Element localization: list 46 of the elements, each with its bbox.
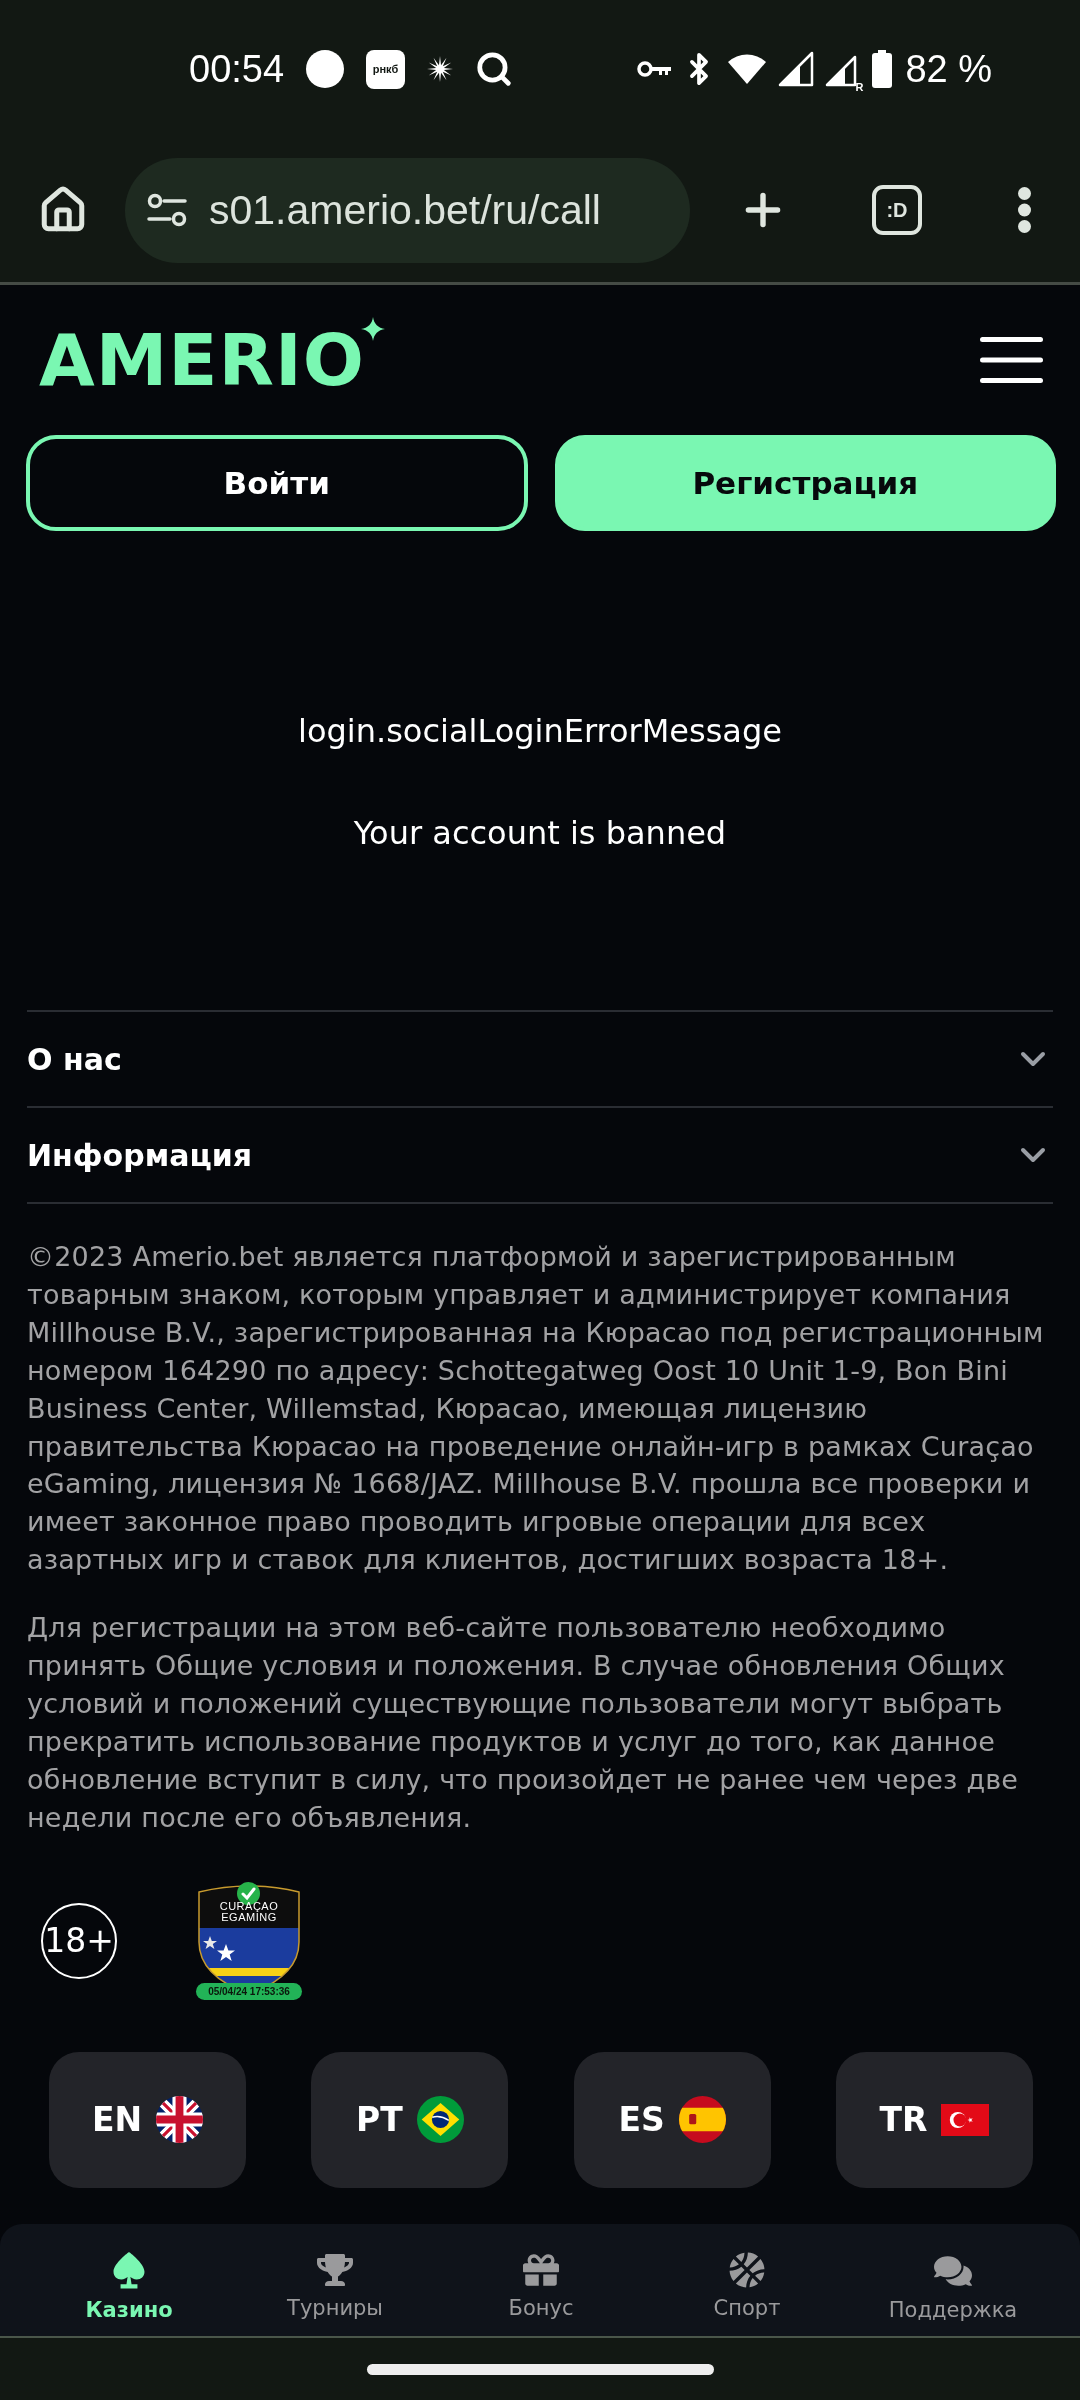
nav-tab[interactable]: Поддержка (850, 2224, 1056, 2336)
nav-tab[interactable]: Спорт (644, 2224, 850, 2336)
login-button[interactable]: Войти (26, 435, 528, 531)
url-field[interactable]: s01.amerio.bet/ru/call (125, 157, 690, 263)
more-menu-button[interactable] (1016, 185, 1033, 235)
signal-icon (778, 51, 815, 87)
menu-button[interactable] (980, 337, 1043, 383)
accordion-header[interactable]: О нас (27, 1010, 1053, 1106)
app-notification-badge: рнкб (366, 49, 406, 89)
language-button[interactable]: EN (49, 2051, 246, 2188)
turkey-flag-icon (941, 2103, 990, 2136)
site-settings-icon (147, 192, 187, 228)
nav-tab[interactable]: Бонус (438, 2224, 644, 2336)
seal-timestamp: 05/04/24 17:53:36 (196, 1982, 302, 2000)
search-icon (475, 50, 514, 88)
sparkle-icon (361, 316, 385, 342)
menu-icon (980, 337, 1043, 383)
nav-tab[interactable]: Казино (26, 2224, 232, 2336)
age-rating-badge: 18+ (41, 1902, 117, 1979)
legal-paragraph: Для регистрации на этом веб-сайте пользователю необходимо принять Общие условия и положения. В случае обновления Общих условий и положений существующие пользователи могут выбрать прекратить использование продуктов и услуг до того, как данное обновление вступит в силу, что произойдет не ранее чем через две недели после его объявления. (27, 1611, 1020, 1835)
more-icon (1016, 185, 1033, 235)
legal-paragraph: ©2023 Amerio.bet является платформой и зарегистрированным товарным знаком, которым управляет и администрирует компания Millhouse B.V., зарегистрированная на Кюрасао под регистрационным номером 164290 по адресу: Schottegatweg Oost 10 Unit 1-9, Bon Bini Business Center, Willemstad, Кюрасао, имеющая лицензию правительства Кюрасао на проведение онлайн-игр в рамках Curaçao eGaming, лицензия № 1668/JAZ. Millhouse B.V. прошла все проверки и имеет законное право проводить игровые операции для всех азартных игр и ставок для клиентов, достигших возраста 18+. (27, 1240, 1045, 1578)
battery-level: 82 % (905, 47, 992, 91)
language-button[interactable]: PT (311, 2051, 509, 2188)
roaming-indicator: R (855, 81, 864, 93)
key-icon (637, 59, 672, 79)
logo-wordmark[interactable]: AMERIO (39, 324, 365, 396)
accordion-header[interactable]: Информация (27, 1106, 1053, 1202)
wifi-icon (727, 53, 768, 85)
language-button[interactable]: TR (836, 2051, 1033, 2188)
tab-switcher-button[interactable]: :D (872, 185, 922, 235)
status-message: Your account is banned (352, 813, 728, 853)
brazil-flag-icon (416, 2096, 464, 2144)
spade-icon (112, 2252, 146, 2290)
nav-tab[interactable]: Турниры (232, 2224, 438, 2336)
register-button[interactable]: Регистрация (554, 435, 1056, 531)
error-message: login.socialLoginErrorMessage (297, 711, 783, 751)
status-dot-icon (306, 50, 345, 88)
gesture-handle[interactable] (366, 2364, 714, 2375)
status-time: 00:54 (189, 47, 285, 91)
basketball-icon (729, 2252, 765, 2288)
language-button[interactable]: ES (573, 2051, 771, 2188)
seal-title: CURAÇAO EGAMING (218, 1900, 280, 1923)
battery-icon (872, 50, 893, 88)
trophy-icon (317, 2252, 353, 2288)
gift-icon (523, 2252, 559, 2288)
